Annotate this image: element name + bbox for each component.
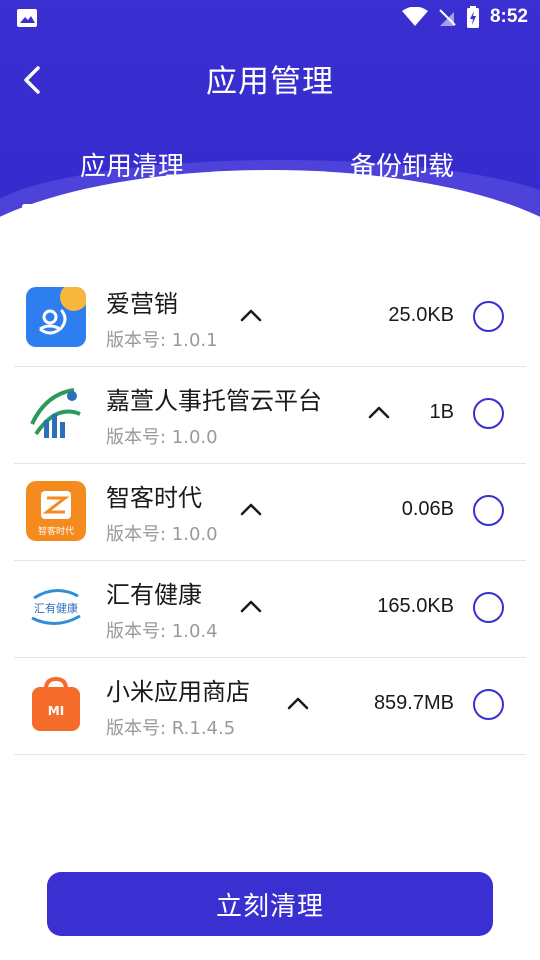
svg-text:MI: MI (48, 704, 64, 718)
list-item: 嘉萱人事托管云平台 版本号: 1.0.0 1B (14, 367, 526, 464)
select-radio[interactable] (473, 398, 504, 429)
chevron-up-icon[interactable] (240, 308, 262, 322)
svg-text:智客时代: 智客时代 (38, 525, 74, 537)
app-size: 25.0KB (388, 304, 454, 326)
app-size: 1B (429, 401, 454, 423)
app-version: 版本号: 1.0.4 (106, 621, 218, 642)
chevron-up-icon[interactable] (240, 599, 262, 613)
page-title: 应用管理 (206, 64, 334, 100)
app-size: 0.06B (401, 498, 454, 520)
app-size: 165.0KB (377, 595, 454, 617)
chevron-up-icon[interactable] (240, 502, 262, 516)
app-name: 智客时代 (106, 484, 202, 512)
app-list: 爱营销 版本号: 1.0.1 25.0KB 嘉萱人事托管云平台 版本号: 1.0… (14, 270, 526, 755)
select-radio[interactable] (473, 592, 504, 623)
gallery-notification-icon (17, 9, 37, 27)
tab-bar: 应用清理 备份卸载 (0, 140, 540, 210)
app-version: 版本号: 1.0.0 (106, 427, 218, 448)
app-version: 版本号: 1.0.1 (106, 330, 218, 351)
no-signal-icon (439, 9, 456, 26)
svg-text:汇有健康: 汇有健康 (34, 601, 78, 615)
select-radio[interactable] (473, 689, 504, 720)
app-name: 爱营销 (106, 290, 178, 318)
list-item: MI 小米应用商店 版本号: R.1.4.5 859.7MB (14, 658, 526, 755)
jiaxuan-app-icon (26, 384, 86, 444)
select-radio[interactable] (473, 301, 504, 332)
app-name: 汇有健康 (106, 581, 202, 609)
aiyingxiao-app-icon (26, 287, 86, 347)
chevron-up-icon[interactable] (368, 405, 390, 419)
active-tab-indicator (22, 204, 248, 209)
list-item: 智客时代 智客时代 版本号: 1.0.0 0.06B (14, 464, 526, 561)
wifi-icon (401, 7, 428, 26)
list-item: 爱营销 版本号: 1.0.1 25.0KB (14, 270, 526, 367)
select-radio[interactable] (473, 495, 504, 526)
list-item: 汇有健康 汇有健康 版本号: 1.0.4 165.0KB (14, 561, 526, 658)
zhike-app-icon: 智客时代 (26, 481, 86, 541)
status-bar: 8:52 (0, 0, 540, 36)
chevron-up-icon[interactable] (287, 696, 309, 710)
title-bar: 应用管理 (0, 50, 540, 106)
app-version: 版本号: 1.0.0 (106, 524, 218, 545)
app-name: 小米应用商店 (106, 678, 250, 706)
xiaomi-store-app-icon: MI (26, 675, 86, 735)
clock: 8:52 (489, 6, 528, 27)
header-background (0, 0, 540, 270)
tab-backup-uninstall[interactable]: 备份卸载 (350, 146, 454, 183)
app-version: 版本号: R.1.4.5 (106, 718, 236, 739)
huiyou-app-icon: 汇有健康 (26, 578, 86, 638)
battery-charging-icon (466, 6, 479, 28)
app-size: 859.7MB (373, 692, 454, 714)
app-name: 嘉萱人事托管云平台 (106, 387, 322, 415)
clean-now-button[interactable]: 立刻清理 (47, 872, 493, 936)
tab-app-cleanup[interactable]: 应用清理 (80, 146, 184, 183)
